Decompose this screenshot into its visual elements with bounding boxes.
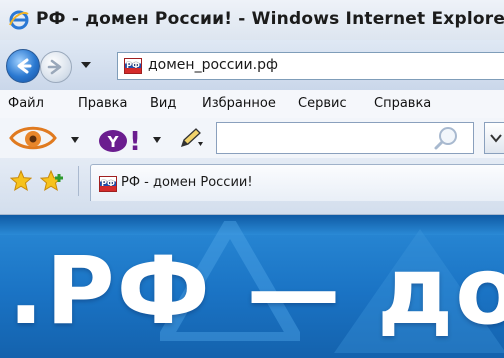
menu-help[interactable]: Справка [374, 96, 431, 111]
search-toolbar: Y ! [0, 118, 504, 158]
eye-dropdown-icon[interactable] [70, 136, 80, 144]
back-arrow-icon [17, 58, 32, 74]
svg-text:Y: Y [107, 133, 120, 151]
menu-edit[interactable]: Правка [78, 96, 127, 111]
menu-bar: Файл Правка Вид Избранное Сервис Справка [0, 90, 504, 118]
yahoo-icon[interactable]: Y ! [98, 124, 144, 154]
add-favorites-icon[interactable] [40, 170, 66, 192]
tab-favicon: РФ [99, 176, 117, 192]
title-bar: РФ - домен России! - Windows Internet Ex… [0, 0, 504, 40]
search-dropdown-button[interactable] [484, 122, 504, 154]
site-favicon: РФ [124, 58, 142, 74]
navigation-bar: РФ домен_россии.рф [0, 40, 504, 90]
menu-tools[interactable]: Сервис [298, 96, 347, 111]
forward-button[interactable] [40, 51, 72, 83]
forward-arrow-icon [47, 59, 62, 75]
address-url[interactable]: домен_россии.рф [148, 57, 278, 73]
pencil-icon[interactable] [178, 126, 204, 150]
menu-view[interactable]: Вид [150, 96, 176, 111]
window-title: РФ - домен России! - Windows Internet Ex… [36, 9, 504, 29]
svg-text:!: ! [129, 127, 141, 154]
chevron-down-icon [490, 134, 502, 143]
back-button[interactable] [6, 49, 40, 83]
search-input[interactable] [216, 122, 474, 154]
star-icon[interactable] [10, 170, 32, 192]
internet-explorer-icon [9, 10, 29, 30]
browser-window: РФ - домен России! - Windows Internet Ex… [0, 0, 504, 358]
address-bar[interactable]: РФ домен_россии.рф [117, 52, 504, 80]
tab-bar: РФ РФ - домен России! [0, 158, 504, 215]
menu-favorites[interactable]: Избранное [202, 96, 276, 111]
eye-icon[interactable] [8, 123, 58, 153]
page-headline: .РФ — до [8, 237, 504, 346]
magnifier-icon[interactable] [433, 125, 461, 151]
history-dropdown-icon[interactable] [80, 59, 92, 71]
yahoo-dropdown-icon[interactable] [152, 136, 162, 144]
toolbar-separator [78, 166, 79, 196]
menu-file[interactable]: Файл [8, 96, 44, 111]
tab-rf-domain[interactable]: РФ РФ - домен России! [90, 164, 504, 201]
page-content: .РФ — до [0, 215, 504, 358]
tab-label: РФ - домен России! [121, 175, 253, 190]
